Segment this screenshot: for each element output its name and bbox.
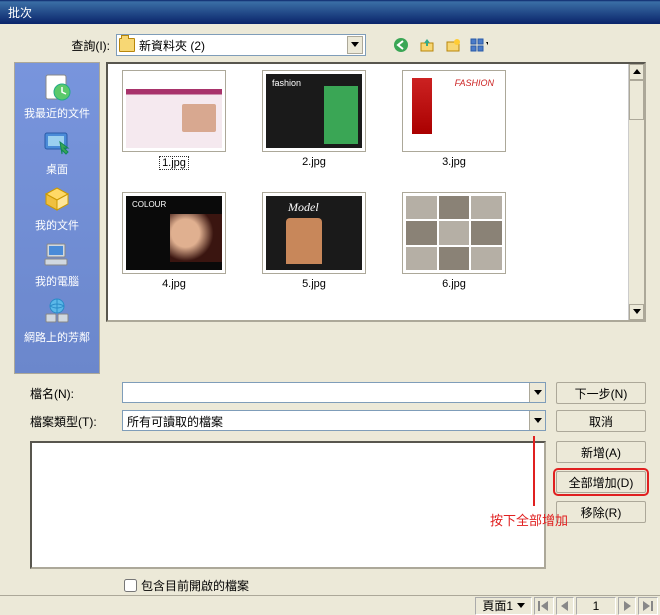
nav-next-icon[interactable] xyxy=(618,597,636,615)
back-icon[interactable] xyxy=(392,36,410,54)
chevron-down-icon[interactable] xyxy=(517,603,525,609)
chevron-down-icon[interactable] xyxy=(529,411,545,430)
chevron-down-icon[interactable] xyxy=(529,383,545,402)
scroll-down-icon[interactable] xyxy=(629,304,644,320)
file-thumb[interactable]: 5.jpg xyxy=(256,192,372,290)
statusbar: 頁面1 1 xyxy=(0,595,660,615)
folder-icon xyxy=(119,38,135,52)
status-page-label: 頁面1 xyxy=(475,597,532,615)
file-thumb[interactable]: 1.jpg xyxy=(116,70,232,170)
include-open-checkbox[interactable] xyxy=(124,579,137,592)
place-mydocs[interactable]: 我的文件 xyxy=(15,181,99,235)
file-thumb[interactable]: 4.jpg xyxy=(116,192,232,290)
place-desktop[interactable]: 桌面 xyxy=(15,125,99,179)
cancel-button[interactable]: 取消 xyxy=(556,410,646,432)
nav-first-icon[interactable] xyxy=(534,597,554,615)
annotation-text: 按下全部增加 xyxy=(490,510,568,529)
views-icon[interactable] xyxy=(470,36,488,54)
nav-prev-icon[interactable] xyxy=(556,597,574,615)
places-bar: 我最近的文件 桌面 我的文件 我的電腦 網路上的芳鄰 xyxy=(14,62,100,374)
selected-files-listbox[interactable] xyxy=(30,441,546,569)
annotation-line xyxy=(533,436,535,506)
file-list[interactable]: 1.jpg 2.jpg 3.jpg 4.jpg xyxy=(106,62,646,322)
lookin-combo[interactable]: 新資料夾 (2) xyxy=(116,34,366,56)
add-button[interactable]: 新增(A) xyxy=(556,441,646,463)
desktop-icon xyxy=(41,127,73,159)
file-thumb[interactable]: 6.jpg xyxy=(396,192,512,290)
vertical-scrollbar[interactable] xyxy=(628,64,644,320)
up-icon[interactable] xyxy=(418,36,436,54)
place-mycomputer[interactable]: 我的電腦 xyxy=(15,237,99,291)
filetype-combo[interactable]: 所有可讀取的檔案 xyxy=(122,410,546,431)
file-thumb[interactable]: 3.jpg xyxy=(396,70,512,170)
lookin-value: 新資料夾 (2) xyxy=(139,37,347,54)
recent-icon xyxy=(41,71,73,103)
titlebar: 批次 xyxy=(0,0,660,24)
file-thumb[interactable]: 2.jpg xyxy=(256,70,372,170)
nav-last-icon[interactable] xyxy=(638,597,658,615)
scroll-up-icon[interactable] xyxy=(629,64,644,80)
addall-button[interactable]: 全部增加(D) xyxy=(556,471,646,493)
new-folder-icon[interactable] xyxy=(444,36,462,54)
filetype-label: 檔案類型(T): xyxy=(30,410,112,430)
window-title: 批次 xyxy=(8,4,32,21)
filename-label: 檔名(N): xyxy=(30,382,112,402)
network-icon xyxy=(41,295,73,327)
include-open-label: 包含目前開啟的檔案 xyxy=(141,577,249,594)
next-button[interactable]: 下一步(N) xyxy=(556,382,646,404)
computer-icon xyxy=(41,239,73,271)
place-recent[interactable]: 我最近的文件 xyxy=(15,69,99,123)
chevron-down-icon[interactable] xyxy=(347,36,363,54)
lookin-label: 查詢(I): xyxy=(62,37,110,54)
remove-button[interactable]: 移除(R) xyxy=(556,501,646,523)
filename-combo[interactable] xyxy=(122,382,546,403)
place-network[interactable]: 網路上的芳鄰 xyxy=(15,293,99,347)
scroll-thumb[interactable] xyxy=(629,80,644,120)
status-page-num: 1 xyxy=(576,597,616,615)
mydocs-icon xyxy=(41,183,73,215)
